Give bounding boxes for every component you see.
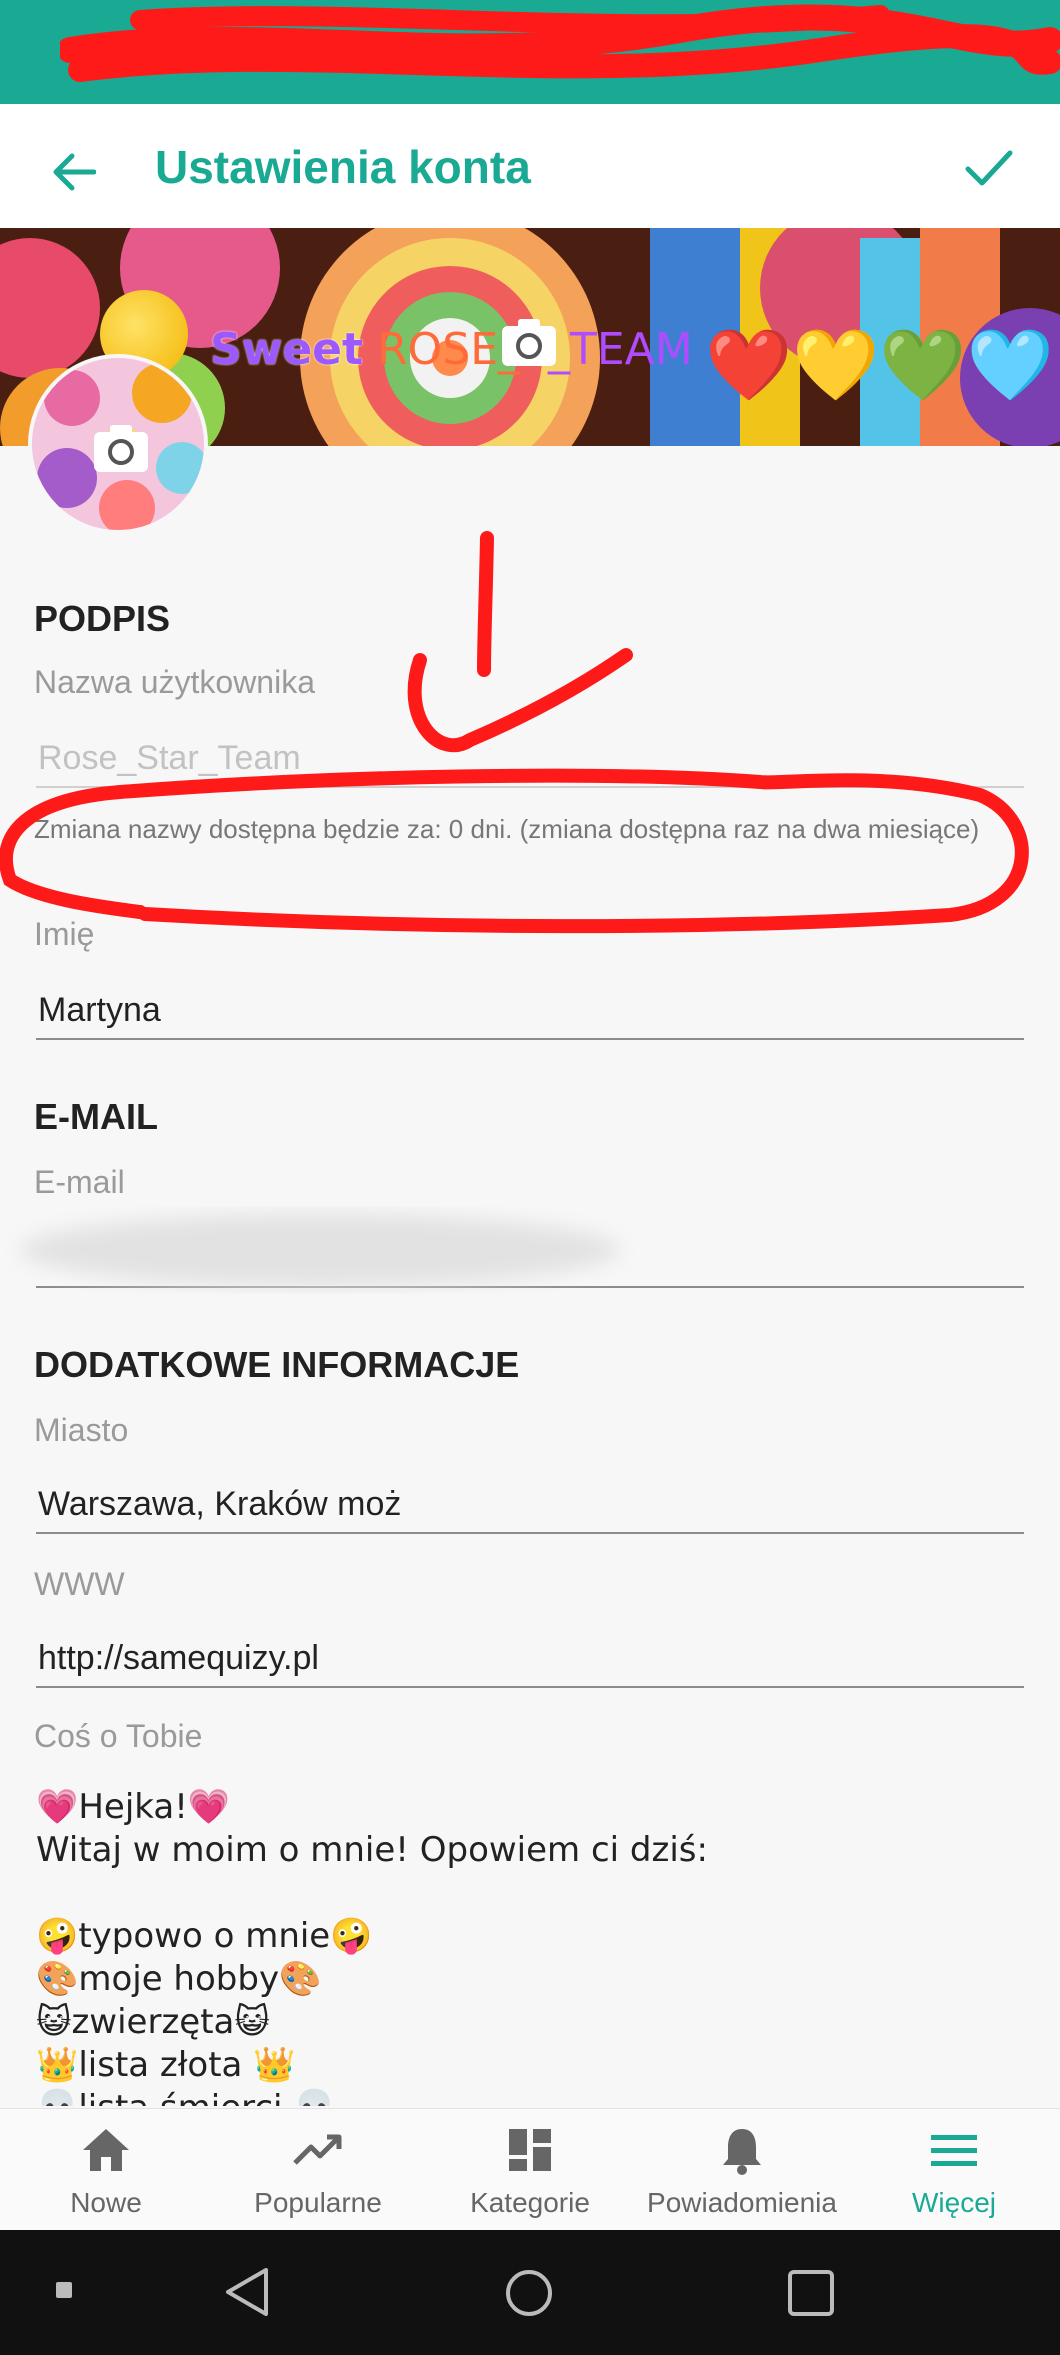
www-field[interactable]: http://samequizy.pl [36, 1628, 1024, 1688]
page-title: Ustawienia konta [155, 141, 531, 193]
nav-label: Popularne [254, 2187, 382, 2218]
square-dot-icon [56, 2282, 72, 2298]
name-field[interactable]: Martyna [36, 980, 1024, 1040]
check-icon [965, 150, 1013, 186]
system-back-button[interactable] [222, 2266, 272, 2318]
www-label: WWW [34, 1566, 125, 1602]
extra-info-heading: DODATKOWE INFORMACJE [34, 1344, 520, 1385]
username-label: Nazwa użytkownika [34, 664, 315, 700]
home-icon [83, 2129, 129, 2171]
about-line: 😺zwierzęta😺 [36, 2002, 270, 2042]
dashboard-icon [509, 2129, 551, 2171]
username-help-text: Zmiana nazwy dostępna będzie za: 0 dni. … [34, 814, 980, 844]
keyboard-switch-button[interactable] [56, 2282, 72, 2298]
www-value: http://samequizy.pl [38, 1639, 319, 1677]
about-line: 🤪typowo o mnie🤪 [36, 1916, 373, 1956]
nav-item-nowe[interactable]: Nowe [0, 2109, 212, 2230]
username-value: Rose_Star_Team [38, 739, 301, 777]
about-line: 👑lista złota 👑 [36, 2045, 296, 2085]
about-line [36, 1872, 1026, 1915]
about-line: 🎨moje hobby🎨 [36, 1959, 322, 1999]
email-redaction [20, 1214, 620, 1286]
about-line: 💀lista śmierci 💀 [36, 2087, 1026, 2106]
nav-item-kategorie[interactable]: Kategorie [424, 2109, 636, 2230]
username-field: Rose_Star_Team [36, 728, 1024, 788]
square-recents-icon [788, 2270, 834, 2316]
back-button[interactable] [38, 142, 108, 202]
nav-label: Więcej [911, 2187, 996, 2218]
about-line: Witaj w moim o mnie! Opowiem ci dziś: [36, 1830, 708, 1870]
menu-icon [931, 2135, 977, 2166]
email-heading: E-MAIL [34, 1096, 158, 1137]
city-value: Warszawa, Kraków moż [38, 1485, 402, 1523]
triangle-back-icon [226, 2268, 268, 2316]
cover-text-sweet: Sweet [210, 324, 364, 375]
avatar-camera-icon[interactable] [92, 422, 150, 474]
circle-home-icon [506, 2270, 552, 2316]
about-line: 💗Hejka!💗 [36, 1787, 231, 1827]
bottom-navigation: Nowe Popularne Kategorie Powiadomienia W… [0, 2108, 1060, 2230]
status-bar [0, 0, 1060, 104]
signature-heading: PODPIS [34, 598, 171, 639]
nav-item-popularne[interactable]: Popularne [212, 2109, 424, 2230]
about-textarea[interactable]: 💗Hejka!💗 Witaj w moim o mnie! Opowiem ci… [36, 1786, 1026, 2106]
about-label: Coś o Tobie [34, 1718, 203, 1754]
bell-icon [723, 2129, 761, 2175]
city-field[interactable]: Warszawa, Kraków moż [36, 1474, 1024, 1534]
nav-item-wiecej[interactable]: Więcej [848, 2109, 1060, 2230]
name-value: Martyna [38, 991, 161, 1029]
cover-hearts: ❤️💛💚🩵 [705, 324, 1054, 406]
nav-label: Powiadomienia [647, 2187, 837, 2218]
arrow-back-icon [53, 153, 96, 191]
save-button[interactable] [954, 138, 1024, 198]
status-bar-scribble [60, 4, 1060, 82]
cover-text-team: _TEAM [547, 324, 693, 375]
name-label: Imię [34, 916, 95, 952]
system-home-button[interactable] [504, 2268, 554, 2318]
email-label: E-mail [34, 1164, 125, 1200]
nav-label: Kategorie [470, 2187, 590, 2218]
trending-up-icon [293, 2134, 342, 2165]
nav-item-powiadomienia[interactable]: Powiadomienia [636, 2109, 848, 2230]
nav-label: Nowe [70, 2187, 142, 2218]
app-bar: Ustawienia konta [0, 104, 1060, 228]
city-label: Miasto [34, 1412, 129, 1448]
camera-icon[interactable] [500, 316, 558, 368]
cover-text: Sweet ROSE_S_TEAM [210, 324, 693, 375]
system-navigation-bar [0, 2230, 1060, 2355]
avatar[interactable] [28, 354, 208, 534]
system-recents-button[interactable] [786, 2268, 836, 2318]
